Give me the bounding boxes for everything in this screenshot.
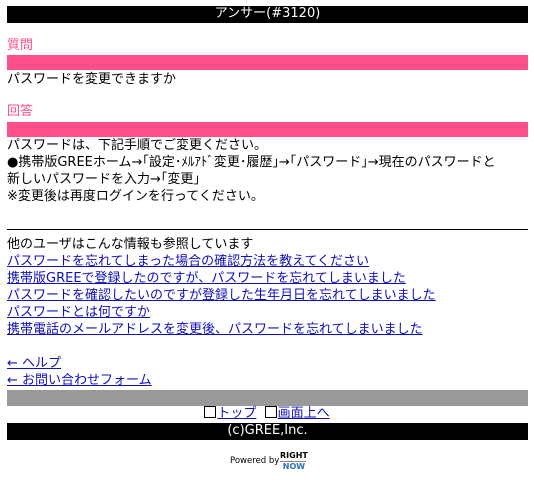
copyright-bar: (c)GREE,Inc. [7, 423, 528, 440]
powered-by-text: Powered by [230, 456, 280, 466]
answer-line: ※変更後は再度ログインを行ってください。 [7, 189, 264, 204]
page-title: アンサー(#3120) [214, 6, 321, 21]
related-link[interactable]: 携帯電話のメールアドレスを変更後、パスワードを忘れてしまいました [7, 322, 423, 339]
related-link[interactable]: 携帯版GREEで登録したのですが、パスワードを忘れてしまいました [7, 271, 406, 288]
answer-line: パスワードは、下記手順でご変更ください。 [7, 138, 268, 153]
contact-form-link[interactable]: ← お問い合わせフォーム [7, 373, 152, 390]
top-square-icon [204, 406, 217, 418]
footer-gray-bar [7, 390, 528, 406]
page-top-square-icon [264, 406, 277, 418]
question-text: パスワードを変更できますか [7, 72, 177, 87]
answer-line: 新しいパスワードを入力→｢変更｣ [7, 172, 200, 187]
related-link[interactable]: パスワードを忘れてしまった場合の確認方法を教えてください [7, 254, 369, 271]
question-divider [7, 55, 528, 70]
section-divider [7, 229, 528, 230]
page-top-link[interactable]: 画面上へ [278, 406, 330, 421]
footer-nav: トップ 画面上へ [0, 406, 534, 423]
related-link[interactable]: パスワードを確認したいのですが登録した生年月日を忘れてしまいました [7, 288, 436, 305]
related-heading: 他のユーザはこんな情報も参照しています [7, 237, 254, 252]
copyright-text: (c)GREE,Inc. [227, 423, 308, 438]
related-link[interactable]: パスワードとは何ですか [7, 305, 150, 322]
rightnow-logo-line2: NOW [282, 462, 306, 471]
answer-divider [7, 122, 528, 137]
rightnow-logo: RIGHT NOW [280, 452, 308, 471]
answer-label: 回答 [7, 104, 34, 119]
page-header: アンサー(#3120) [7, 6, 528, 23]
top-link[interactable]: トップ [217, 406, 256, 421]
answer-line: ●携帯版GREEホーム→｢設定･ﾒﾙｱﾄﾞ変更･履歴｣→｢パスワード｣→現在のパ… [7, 155, 496, 170]
question-label: 質問 [7, 38, 34, 53]
help-link[interactable]: ← ヘルプ [7, 356, 61, 373]
rightnow-logo-line1: RIGHT [280, 451, 308, 460]
